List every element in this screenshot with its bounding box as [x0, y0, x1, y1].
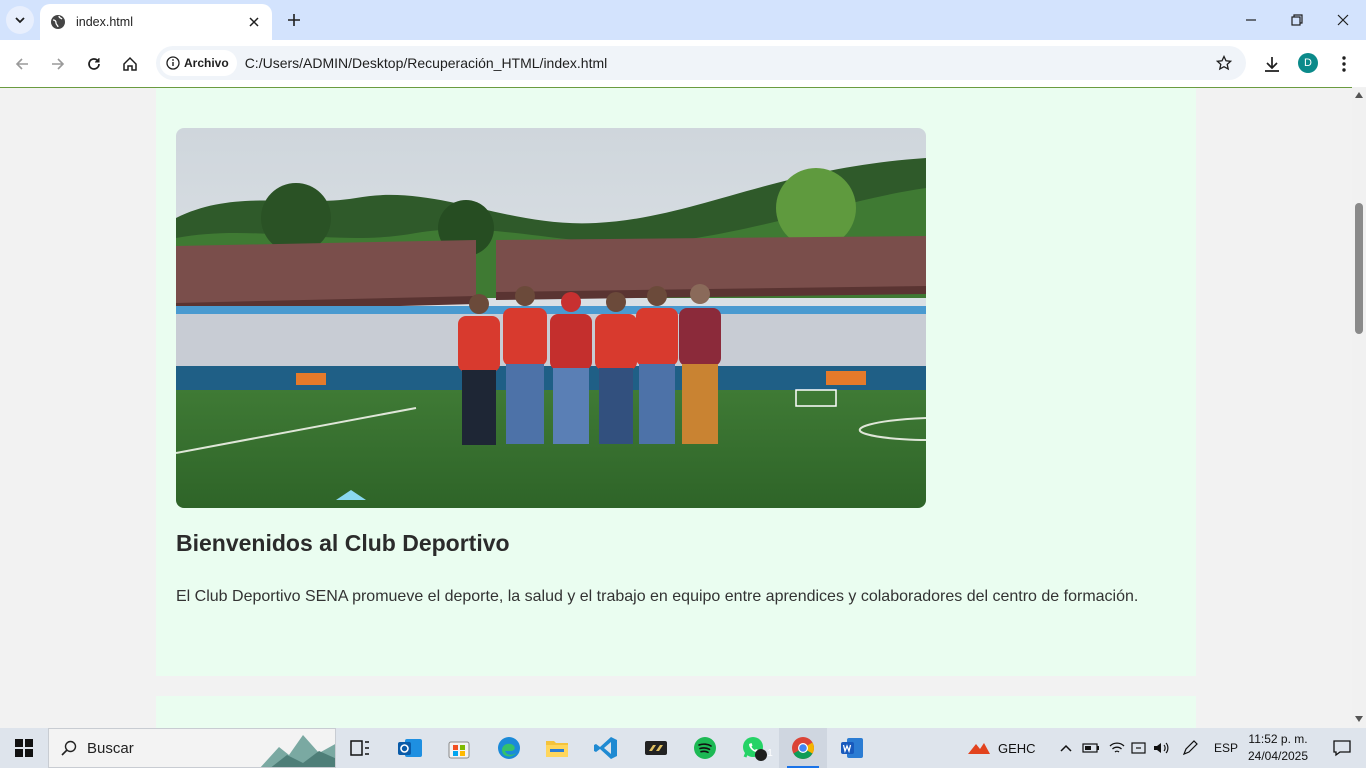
tray-gehc-widget[interactable]: GEHC — [966, 728, 1036, 768]
vscode-icon — [594, 737, 617, 759]
plus-icon — [288, 14, 300, 26]
welcome-description: El Club Deportivo SENA promueve el depor… — [176, 588, 1139, 605]
welcome-section: Bienvenidos al Club Deportivo El Club De… — [156, 88, 1196, 676]
welcome-heading: Bienvenidos al Club Deportivo — [176, 530, 510, 556]
network-icon — [1131, 742, 1146, 754]
notification-icon — [1333, 740, 1351, 757]
browser-tabstrip: index.html — [0, 0, 1366, 40]
star-icon — [1216, 55, 1232, 71]
chrome-app[interactable] — [779, 728, 827, 768]
scroll-up-arrow-icon[interactable] — [1354, 90, 1364, 100]
chevron-up-icon — [1060, 744, 1072, 752]
pen-icon — [1182, 740, 1198, 756]
globe-icon — [51, 15, 65, 29]
info-icon — [166, 56, 180, 70]
close-window-button[interactable] — [1320, 0, 1366, 40]
media-app[interactable] — [632, 728, 680, 768]
chevron-down-icon — [15, 17, 25, 24]
vscode-app[interactable] — [582, 728, 630, 768]
edge-app[interactable] — [485, 728, 533, 768]
home-button[interactable] — [116, 50, 144, 78]
scroll-down-arrow-icon[interactable] — [1354, 714, 1364, 724]
tab-title: index.html — [76, 15, 133, 29]
edge-icon — [498, 737, 520, 759]
store-icon — [448, 741, 470, 759]
tray-pen[interactable] — [1178, 728, 1202, 768]
outlook-icon — [398, 739, 422, 757]
clock-date: 24/04/2025 — [1247, 749, 1309, 763]
close-icon — [1337, 14, 1349, 26]
battery-icon — [1082, 743, 1099, 753]
windows-logo-icon — [15, 739, 33, 757]
next-section — [156, 696, 1196, 728]
menu-button[interactable] — [1330, 50, 1358, 78]
club-team-photo — [176, 128, 926, 508]
media-app-icon — [645, 741, 667, 755]
forward-button[interactable] — [44, 50, 72, 78]
restore-icon — [1291, 14, 1303, 26]
tray-wifi[interactable] — [1106, 728, 1128, 768]
outlook-app[interactable] — [386, 728, 434, 768]
microsoft-store-app[interactable] — [435, 728, 483, 768]
arrow-left-icon — [15, 58, 28, 70]
reload-icon — [88, 58, 100, 70]
whatsapp-badge: 1 — [767, 748, 773, 759]
minimize-button[interactable] — [1228, 0, 1274, 40]
whatsapp-app[interactable]: 1 — [730, 728, 778, 768]
task-view-icon — [350, 740, 369, 756]
start-button[interactable] — [0, 728, 48, 768]
taskbar-search-label: Buscar — [87, 739, 134, 757]
bookmark-button[interactable] — [1208, 47, 1240, 79]
address-bar[interactable]: Archivo C:/Users/ADMIN/Desktop/Recuperac… — [156, 46, 1246, 80]
profile-avatar[interactable]: D — [1298, 53, 1318, 73]
taskbar-search[interactable]: Buscar — [48, 728, 336, 768]
folder-icon — [546, 741, 568, 757]
reload-button[interactable] — [80, 50, 108, 78]
word-icon — [841, 738, 863, 758]
search-icon — [61, 740, 77, 756]
chrome-icon — [792, 737, 814, 759]
gehc-logo-icon — [968, 743, 990, 754]
restore-button[interactable] — [1274, 0, 1320, 40]
windows-taskbar: Buscar 1 GEHC ESP 11:52 p. m. 24/04/2025 — [0, 728, 1366, 768]
tray-clock[interactable]: 11:52 p. m. 24/04/2025 — [1240, 731, 1316, 765]
spotify-app[interactable] — [681, 728, 729, 768]
task-view-button[interactable] — [336, 728, 384, 768]
spotify-icon — [694, 737, 716, 759]
close-tab-icon[interactable] — [246, 14, 262, 30]
arrow-right-icon — [52, 58, 65, 70]
tab-index-html[interactable]: index.html — [40, 4, 272, 40]
tray-language[interactable]: ESP — [1214, 741, 1238, 755]
tab-search-button[interactable] — [6, 6, 34, 34]
clock-time: 11:52 p. m. — [1248, 732, 1308, 746]
tray-overflow-button[interactable] — [1056, 728, 1076, 768]
notifications-button[interactable] — [1318, 728, 1366, 768]
page-viewport: Bienvenidos al Club Deportivo El Club De… — [0, 88, 1352, 728]
url-text[interactable]: C:/Users/ADMIN/Desktop/Recuperación_HTML… — [245, 55, 1208, 71]
kebab-menu-icon — [1342, 56, 1346, 72]
home-icon — [123, 56, 137, 71]
speaker-icon — [1154, 742, 1169, 754]
tray-volume[interactable] — [1150, 728, 1172, 768]
file-explorer-app[interactable] — [533, 728, 581, 768]
search-highlight-illustration-icon — [260, 735, 335, 767]
scrollbar-thumb[interactable] — [1355, 203, 1363, 334]
site-info-chip[interactable]: Archivo — [160, 50, 237, 76]
download-icon — [1265, 57, 1279, 72]
site-info-label: Archivo — [184, 56, 229, 70]
tray-network[interactable] — [1128, 728, 1150, 768]
back-button[interactable] — [8, 50, 36, 78]
word-app[interactable] — [828, 728, 876, 768]
new-tab-button[interactable] — [282, 8, 306, 32]
wifi-icon — [1109, 742, 1125, 753]
downloads-button[interactable] — [1258, 50, 1286, 78]
tray-battery[interactable] — [1080, 728, 1102, 768]
tray-gehc-label: GEHC — [998, 740, 1036, 756]
minimize-icon — [1246, 19, 1256, 21]
page-scrollbar[interactable] — [1352, 88, 1366, 728]
